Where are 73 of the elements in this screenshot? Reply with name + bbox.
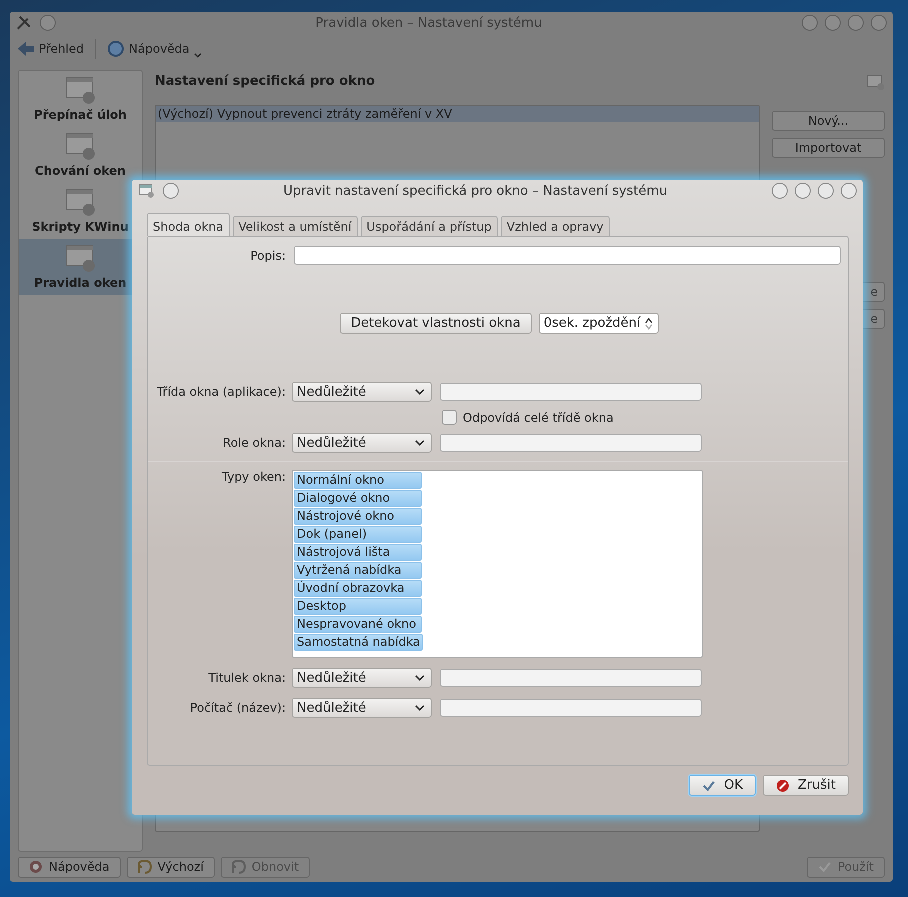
list-item[interactable]: Nespravované okno (294, 616, 422, 633)
chevron-down-icon (415, 440, 425, 446)
help-icon (29, 860, 43, 874)
field-label: Popis: (250, 248, 286, 262)
window-title: Pravidla oken – Nastavení systému (314, 16, 544, 30)
sidebar-item[interactable]: Skripty KWinu (19, 183, 142, 239)
help-button[interactable]: Nápověda (18, 856, 121, 878)
list-item[interactable]: Úvodní obrazovka (294, 580, 422, 597)
chevron-down-icon (415, 675, 425, 681)
close-button[interactable] (871, 15, 887, 31)
undo-arrow-icon (138, 860, 152, 874)
tab[interactable]: Uspořádání a přístup (360, 216, 498, 236)
side-button[interactable]: Importovat (772, 138, 885, 158)
close-button[interactable] (841, 183, 857, 199)
tab[interactable]: Vzhled a opravy (500, 216, 610, 236)
list-item[interactable]: (Výchozí) Vypnout prevenci ztráty zaměření v XV (156, 106, 759, 122)
list-item[interactable]: Dialogové okno (294, 490, 422, 507)
chevron-down-icon (415, 389, 425, 395)
match-dropdown[interactable]: Nedůležité (292, 382, 432, 402)
description-field[interactable] (294, 246, 841, 265)
sidebar-item[interactable]: Chování oken (19, 127, 142, 183)
ok-button[interactable]: OK (689, 775, 756, 796)
match-dropdown[interactable]: Nedůležité (292, 668, 432, 688)
cancel-icon (776, 778, 790, 792)
minimize-button[interactable] (825, 15, 841, 31)
list-item[interactable]: Samostatná nabídka (294, 634, 424, 651)
help-button[interactable] (772, 183, 788, 199)
minimize-button[interactable] (795, 183, 811, 199)
checkbox[interactable] (442, 410, 457, 425)
list-item[interactable]: Desktop (294, 598, 422, 615)
detect-button[interactable]: Detekovat vlastnosti okna (340, 313, 532, 334)
field-label: Typy oken: (221, 470, 286, 484)
dialog-title: Upravit nastavení specifická pro okno – Nastavení systému (282, 184, 669, 198)
maximize-button[interactable] (848, 15, 864, 31)
field-label: Třída okna (aplikace): (156, 385, 286, 399)
maximize-button[interactable] (818, 183, 834, 199)
chevron-down-icon (415, 705, 425, 711)
list-item[interactable]: Nástrojová lišta (294, 544, 422, 561)
text-field[interactable] (440, 383, 702, 401)
match-dropdown[interactable]: Nedůležité (292, 433, 432, 453)
help-icon (107, 40, 126, 58)
list-item[interactable]: Dok (panel) (294, 526, 422, 543)
checkbox-label: Odpovídá celé třídě okna (463, 410, 614, 424)
cancel-button[interactable]: Zrušit (763, 775, 849, 796)
text-field[interactable] (440, 669, 702, 687)
help-button[interactable]: Nápověda (104, 38, 205, 60)
back-arrow-icon (17, 40, 35, 58)
undo-arrow-icon (232, 860, 246, 874)
spin-arrows-icon[interactable] (644, 316, 654, 330)
list-item[interactable]: Nástrojové okno (294, 508, 422, 525)
list-item[interactable]: Normální okno (294, 472, 422, 489)
sidebar-item[interactable]: Přepínač úloh (19, 71, 142, 127)
tab[interactable]: Shoda okna (147, 213, 230, 236)
window-settings-icon (139, 183, 155, 199)
match-dropdown[interactable]: Nedůležité (292, 698, 432, 718)
text-field[interactable] (440, 434, 702, 452)
delay-spinbox[interactable]: 0sek. zpoždění (538, 313, 659, 334)
field-label: Počítač (název): (189, 701, 286, 715)
text-field[interactable] (440, 699, 702, 717)
caret-icon (194, 52, 202, 58)
default-button[interactable]: Výchozí (126, 856, 215, 878)
back-button[interactable]: Přehled (14, 38, 88, 60)
menu-button[interactable] (163, 183, 179, 199)
field-label: Role okna: (222, 436, 286, 450)
side-button[interactable]: Nový... (772, 111, 885, 131)
help-button[interactable] (802, 15, 818, 31)
menu-button[interactable] (40, 15, 56, 31)
section-heading: Nastavení specifická pro okno (155, 74, 376, 89)
check-icon (702, 778, 716, 792)
window-settings-icon (867, 74, 885, 92)
list-item[interactable]: Vytržená nabídka (294, 562, 422, 579)
tab[interactable]: Velikost a umístění (232, 216, 358, 236)
field-label: Titulek okna: (208, 671, 286, 685)
